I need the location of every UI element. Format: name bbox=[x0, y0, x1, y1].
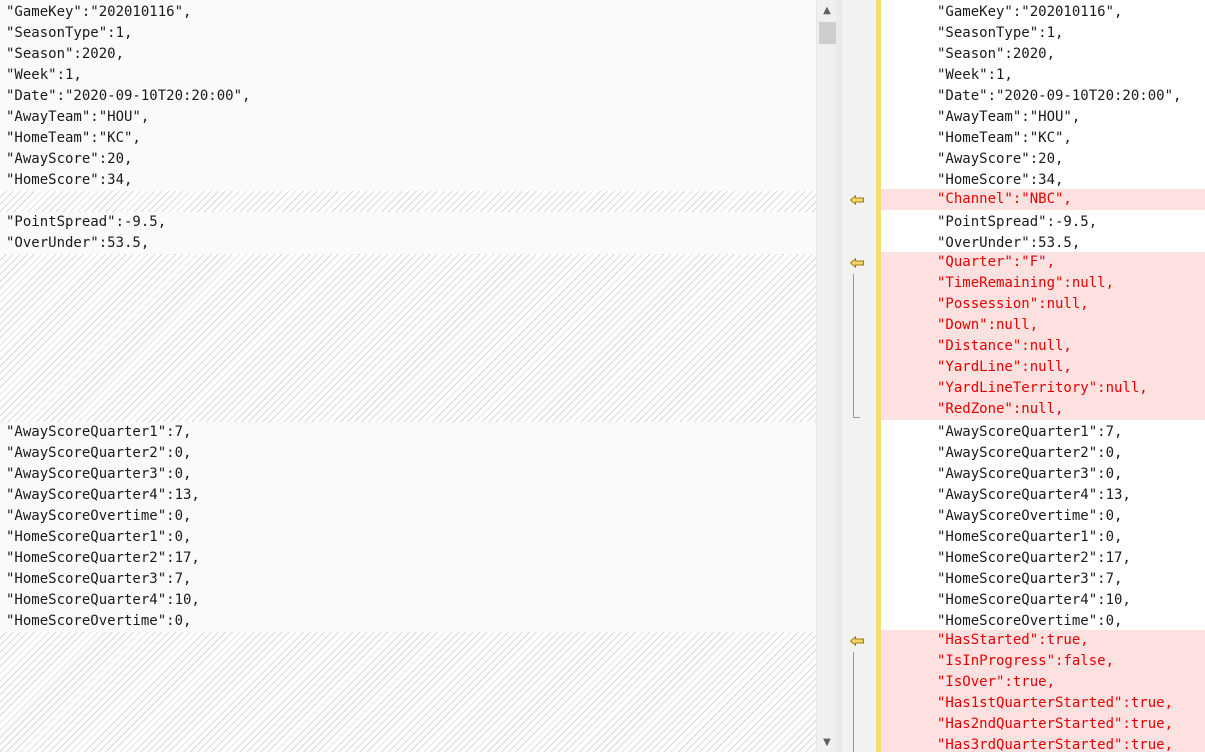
code-line: "HomeTeam":"KC", bbox=[937, 130, 1072, 146]
code-line: "AwayScoreQuarter3":0, bbox=[6, 466, 192, 482]
code-line: "AwayScoreQuarter2":0, bbox=[937, 445, 1123, 461]
code-line: "HomeScore":34, bbox=[6, 172, 133, 188]
code-line: "AwayScoreQuarter2":0, bbox=[6, 445, 192, 461]
arrow-left-icon[interactable] bbox=[850, 636, 864, 646]
added-code-line: "RedZone":null, bbox=[881, 399, 1205, 420]
code-line: "HomeScoreQuarter3":7, bbox=[937, 571, 1123, 587]
added-code-line: "IsOver":true, bbox=[881, 672, 1205, 693]
code-line: "HomeScoreOvertime":0, bbox=[937, 613, 1123, 629]
code-line: "HomeScoreOvertime":0, bbox=[6, 613, 192, 629]
code-line: "AwayScoreQuarter1":7, bbox=[937, 424, 1123, 440]
code-line: "HomeScoreQuarter4":10, bbox=[937, 592, 1131, 608]
code-line: "AwayScoreQuarter3":0, bbox=[937, 466, 1123, 482]
added-code-line: "Has1stQuarterStarted":true, bbox=[881, 693, 1205, 714]
added-code-line: "HasStarted":true, bbox=[881, 630, 1205, 651]
missing-lines-placeholder bbox=[0, 632, 816, 752]
code-line: "AwayScoreQuarter4":13, bbox=[6, 487, 200, 503]
code-line: "SeasonType":1, bbox=[937, 25, 1064, 41]
vertical-scrollbar[interactable]: ▲ ▼ bbox=[816, 0, 837, 752]
code-line: "AwayScore":20, bbox=[937, 151, 1064, 167]
chevron-down-icon[interactable]: ▼ bbox=[817, 732, 837, 752]
code-line: "Season":2020, bbox=[937, 46, 1056, 62]
code-line: "Season":2020, bbox=[6, 46, 125, 62]
code-line: "OverUnder":53.5, bbox=[937, 235, 1081, 251]
code-line: "AwayScoreOvertime":0, bbox=[6, 508, 192, 524]
arrow-left-icon[interactable] bbox=[850, 195, 864, 205]
code-line: "OverUnder":53.5, bbox=[6, 235, 150, 251]
right-diff-pane[interactable]: "GameKey":"202010116", "SeasonType":1, "Se… bbox=[881, 0, 1205, 752]
code-line: "HomeScoreQuarter1":0, bbox=[6, 529, 192, 545]
added-code-line: "Has3rdQuarterStarted":true, bbox=[881, 735, 1205, 752]
code-line: "AwayTeam":"HOU", bbox=[937, 109, 1081, 125]
change-block-bracket bbox=[853, 652, 860, 752]
code-line: "AwayScoreQuarter1":7, bbox=[6, 424, 192, 440]
missing-lines-placeholder bbox=[0, 191, 816, 212]
code-line: "PointSpread":-9.5, bbox=[6, 214, 167, 230]
added-code-line: "YardLine":null, bbox=[881, 357, 1205, 378]
change-block-bracket bbox=[853, 274, 860, 418]
added-code-line: "Down":null, bbox=[881, 315, 1205, 336]
code-line: "Week":1, bbox=[6, 67, 82, 83]
code-line: "HomeTeam":"KC", bbox=[6, 130, 141, 146]
code-line: "AwayScore":20, bbox=[6, 151, 133, 167]
added-code-line: "Possession":null, bbox=[881, 294, 1205, 315]
code-line: "Date":"2020-09-10T20:20:00", bbox=[6, 88, 251, 104]
code-line: "SeasonType":1, bbox=[6, 25, 133, 41]
code-line: "PointSpread":-9.5, bbox=[937, 214, 1098, 230]
left-diff-pane[interactable]: "GameKey":"202010116", "SeasonType":1, "… bbox=[0, 0, 816, 752]
code-line: "Week":1, bbox=[937, 67, 1013, 83]
code-line: "HomeScoreQuarter2":17, bbox=[937, 550, 1131, 566]
added-code-line: "TimeRemaining":null, bbox=[881, 273, 1205, 294]
code-line: "HomeScore":34, bbox=[937, 172, 1064, 188]
added-code-line: "Distance":null, bbox=[881, 336, 1205, 357]
code-line: "HomeScoreQuarter1":0, bbox=[937, 529, 1123, 545]
code-line: "GameKey":"202010116", bbox=[6, 4, 192, 20]
scrollbar-thumb[interactable] bbox=[819, 22, 836, 44]
code-line: "AwayScoreQuarter4":13, bbox=[937, 487, 1131, 503]
code-line: "HomeScoreQuarter3":7, bbox=[6, 571, 192, 587]
added-code-line: "Has2ndQuarterStarted":true, bbox=[881, 714, 1205, 735]
added-code-line: "Quarter":"F", bbox=[881, 252, 1205, 273]
missing-lines-placeholder bbox=[0, 254, 816, 422]
added-code-line: "Channel":"NBC", bbox=[881, 189, 1205, 210]
code-line: "AwayTeam":"HOU", bbox=[6, 109, 150, 125]
added-code-line: "IsInProgress":false, bbox=[881, 651, 1205, 672]
code-line: "AwayScoreOvertime":0, bbox=[937, 508, 1123, 524]
code-line: "Date":"2020-09-10T20:20:00", bbox=[937, 88, 1182, 104]
code-line: "HomeScoreQuarter2":17, bbox=[6, 550, 200, 566]
code-line: "GameKey":"202010116", bbox=[937, 4, 1123, 20]
arrow-left-icon[interactable] bbox=[850, 258, 864, 268]
chevron-up-icon[interactable]: ▲ bbox=[817, 0, 837, 20]
code-line: "HomeScoreQuarter4":10, bbox=[6, 592, 200, 608]
added-code-line: "YardLineTerritory":null, bbox=[881, 378, 1205, 399]
